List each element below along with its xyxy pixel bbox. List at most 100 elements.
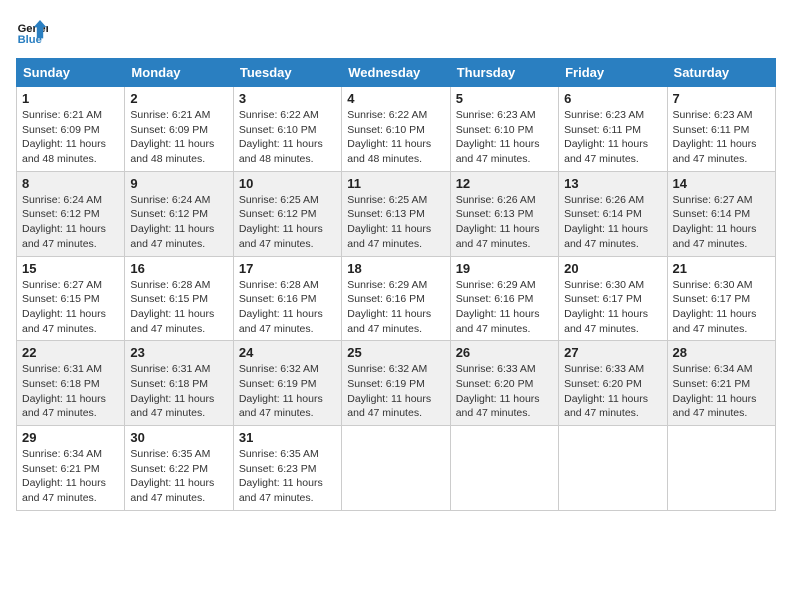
weekday-thursday: Thursday bbox=[450, 59, 558, 87]
day-info: Sunrise: 6:26 AM Sunset: 6:13 PM Dayligh… bbox=[456, 193, 553, 252]
day-number: 10 bbox=[239, 176, 336, 191]
day-info: Sunrise: 6:24 AM Sunset: 6:12 PM Dayligh… bbox=[22, 193, 119, 252]
calendar-cell: 5 Sunrise: 6:23 AM Sunset: 6:10 PM Daylig… bbox=[450, 87, 558, 172]
calendar-week-4: 22 Sunrise: 6:31 AM Sunset: 6:18 PM Dayli… bbox=[17, 341, 776, 426]
day-info: Sunrise: 6:34 AM Sunset: 6:21 PM Dayligh… bbox=[22, 447, 119, 506]
calendar-cell: 27Sunrise: 6:33 AM Sunset: 6:20 PM Dayli… bbox=[559, 341, 667, 426]
weekday-saturday: Saturday bbox=[667, 59, 775, 87]
calendar-cell: 30 Sunrise: 6:35 AM Sunset: 6:22 PM Dayli… bbox=[125, 426, 233, 511]
page-header: General Blue bbox=[16, 16, 776, 48]
day-number: 3 bbox=[239, 91, 336, 106]
day-number: 19 bbox=[456, 261, 553, 276]
day-info: Sunrise: 6:30 AM Sunset: 6:17 PM Dayligh… bbox=[564, 278, 661, 337]
calendar-cell: 17Sunrise: 6:28 AM Sunset: 6:16 PM Dayli… bbox=[233, 256, 341, 341]
day-number: 6 bbox=[564, 91, 661, 106]
calendar-body: 1 Sunrise: 6:21 AM Sunset: 6:09 PM Daylig… bbox=[17, 87, 776, 511]
day-info: Sunrise: 6:26 AM Sunset: 6:14 PM Dayligh… bbox=[564, 193, 661, 252]
calendar-cell: 2Sunrise: 6:21 AM Sunset: 6:09 PM Daylig… bbox=[125, 87, 233, 172]
day-info: Sunrise: 6:23 AM Sunset: 6:11 PM Dayligh… bbox=[564, 108, 661, 167]
day-info: Sunrise: 6:23 AM Sunset: 6:10 PM Dayligh… bbox=[456, 108, 553, 167]
day-number: 16 bbox=[130, 261, 227, 276]
calendar-cell bbox=[342, 426, 450, 511]
day-number: 4 bbox=[347, 91, 444, 106]
day-number: 15 bbox=[22, 261, 119, 276]
day-info: Sunrise: 6:25 AM Sunset: 6:12 PM Dayligh… bbox=[239, 193, 336, 252]
day-number: 11 bbox=[347, 176, 444, 191]
day-number: 9 bbox=[130, 176, 227, 191]
day-info: Sunrise: 6:34 AM Sunset: 6:21 PM Dayligh… bbox=[673, 362, 770, 421]
weekday-tuesday: Tuesday bbox=[233, 59, 341, 87]
day-info: Sunrise: 6:21 AM Sunset: 6:09 PM Dayligh… bbox=[22, 108, 119, 167]
day-info: Sunrise: 6:33 AM Sunset: 6:20 PM Dayligh… bbox=[564, 362, 661, 421]
day-info: Sunrise: 6:31 AM Sunset: 6:18 PM Dayligh… bbox=[130, 362, 227, 421]
calendar-cell: 26 Sunrise: 6:33 AM Sunset: 6:20 PM Dayli… bbox=[450, 341, 558, 426]
logo-icon: General Blue bbox=[16, 16, 48, 48]
calendar-cell: 21Sunrise: 6:30 AM Sunset: 6:17 PM Dayli… bbox=[667, 256, 775, 341]
calendar-week-5: 29Sunrise: 6:34 AM Sunset: 6:21 PM Dayli… bbox=[17, 426, 776, 511]
day-number: 14 bbox=[673, 176, 770, 191]
day-number: 22 bbox=[22, 345, 119, 360]
day-info: Sunrise: 6:29 AM Sunset: 6:16 PM Dayligh… bbox=[347, 278, 444, 337]
calendar-cell: 29Sunrise: 6:34 AM Sunset: 6:21 PM Dayli… bbox=[17, 426, 125, 511]
day-info: Sunrise: 6:22 AM Sunset: 6:10 PM Dayligh… bbox=[239, 108, 336, 167]
calendar-cell: 19 Sunrise: 6:29 AM Sunset: 6:16 PM Dayli… bbox=[450, 256, 558, 341]
day-info: Sunrise: 6:25 AM Sunset: 6:13 PM Dayligh… bbox=[347, 193, 444, 252]
weekday-monday: Monday bbox=[125, 59, 233, 87]
day-info: Sunrise: 6:28 AM Sunset: 6:15 PM Dayligh… bbox=[130, 278, 227, 337]
calendar-cell: 23 Sunrise: 6:31 AM Sunset: 6:18 PM Dayli… bbox=[125, 341, 233, 426]
day-number: 12 bbox=[456, 176, 553, 191]
weekday-sunday: Sunday bbox=[17, 59, 125, 87]
calendar-cell: 14 Sunrise: 6:27 AM Sunset: 6:14 PM Dayli… bbox=[667, 171, 775, 256]
day-number: 8 bbox=[22, 176, 119, 191]
weekday-friday: Friday bbox=[559, 59, 667, 87]
day-info: Sunrise: 6:23 AM Sunset: 6:11 PM Dayligh… bbox=[673, 108, 770, 167]
logo: General Blue bbox=[16, 16, 48, 48]
day-number: 28 bbox=[673, 345, 770, 360]
day-number: 13 bbox=[564, 176, 661, 191]
calendar-cell: 18 Sunrise: 6:29 AM Sunset: 6:16 PM Dayli… bbox=[342, 256, 450, 341]
day-number: 5 bbox=[456, 91, 553, 106]
day-info: Sunrise: 6:29 AM Sunset: 6:16 PM Dayligh… bbox=[456, 278, 553, 337]
day-info: Sunrise: 6:32 AM Sunset: 6:19 PM Dayligh… bbox=[347, 362, 444, 421]
calendar-cell: 16 Sunrise: 6:28 AM Sunset: 6:15 PM Dayli… bbox=[125, 256, 233, 341]
day-info: Sunrise: 6:33 AM Sunset: 6:20 PM Dayligh… bbox=[456, 362, 553, 421]
day-number: 30 bbox=[130, 430, 227, 445]
day-number: 20 bbox=[564, 261, 661, 276]
day-info: Sunrise: 6:35 AM Sunset: 6:22 PM Dayligh… bbox=[130, 447, 227, 506]
day-number: 23 bbox=[130, 345, 227, 360]
calendar-cell bbox=[559, 426, 667, 511]
calendar-cell: 10 Sunrise: 6:25 AM Sunset: 6:12 PM Dayli… bbox=[233, 171, 341, 256]
calendar-cell: 28 Sunrise: 6:34 AM Sunset: 6:21 PM Dayli… bbox=[667, 341, 775, 426]
calendar-cell: 4 Sunrise: 6:22 AM Sunset: 6:10 PM Daylig… bbox=[342, 87, 450, 172]
calendar-week-1: 1 Sunrise: 6:21 AM Sunset: 6:09 PM Daylig… bbox=[17, 87, 776, 172]
calendar-cell: 13 Sunrise: 6:26 AM Sunset: 6:14 PM Dayli… bbox=[559, 171, 667, 256]
calendar-cell: 7Sunrise: 6:23 AM Sunset: 6:11 PM Daylig… bbox=[667, 87, 775, 172]
day-info: Sunrise: 6:30 AM Sunset: 6:17 PM Dayligh… bbox=[673, 278, 770, 337]
day-info: Sunrise: 6:27 AM Sunset: 6:15 PM Dayligh… bbox=[22, 278, 119, 337]
day-number: 24 bbox=[239, 345, 336, 360]
day-number: 18 bbox=[347, 261, 444, 276]
calendar-cell: 31 Sunrise: 6:35 AM Sunset: 6:23 PM Dayli… bbox=[233, 426, 341, 511]
day-number: 31 bbox=[239, 430, 336, 445]
calendar-cell: 8 Sunrise: 6:24 AM Sunset: 6:12 PM Daylig… bbox=[17, 171, 125, 256]
day-number: 26 bbox=[456, 345, 553, 360]
day-number: 1 bbox=[22, 91, 119, 106]
weekday-header-row: SundayMondayTuesdayWednesdayThursdayFrid… bbox=[17, 59, 776, 87]
calendar-cell bbox=[450, 426, 558, 511]
calendar-cell: 9 Sunrise: 6:24 AM Sunset: 6:12 PM Daylig… bbox=[125, 171, 233, 256]
calendar-cell: 15 Sunrise: 6:27 AM Sunset: 6:15 PM Dayli… bbox=[17, 256, 125, 341]
day-info: Sunrise: 6:35 AM Sunset: 6:23 PM Dayligh… bbox=[239, 447, 336, 506]
calendar-table: SundayMondayTuesdayWednesdayThursdayFrid… bbox=[16, 58, 776, 511]
day-info: Sunrise: 6:24 AM Sunset: 6:12 PM Dayligh… bbox=[130, 193, 227, 252]
calendar-cell: 3 Sunrise: 6:22 AM Sunset: 6:10 PM Daylig… bbox=[233, 87, 341, 172]
day-number: 25 bbox=[347, 345, 444, 360]
day-info: Sunrise: 6:28 AM Sunset: 6:16 PM Dayligh… bbox=[239, 278, 336, 337]
day-info: Sunrise: 6:27 AM Sunset: 6:14 PM Dayligh… bbox=[673, 193, 770, 252]
calendar-cell: 11 Sunrise: 6:25 AM Sunset: 6:13 PM Dayli… bbox=[342, 171, 450, 256]
calendar-cell: 24Sunrise: 6:32 AM Sunset: 6:19 PM Dayli… bbox=[233, 341, 341, 426]
calendar-cell: 1 Sunrise: 6:21 AM Sunset: 6:09 PM Daylig… bbox=[17, 87, 125, 172]
calendar-cell bbox=[667, 426, 775, 511]
weekday-wednesday: Wednesday bbox=[342, 59, 450, 87]
day-info: Sunrise: 6:22 AM Sunset: 6:10 PM Dayligh… bbox=[347, 108, 444, 167]
calendar-cell: 12 Sunrise: 6:26 AM Sunset: 6:13 PM Dayli… bbox=[450, 171, 558, 256]
